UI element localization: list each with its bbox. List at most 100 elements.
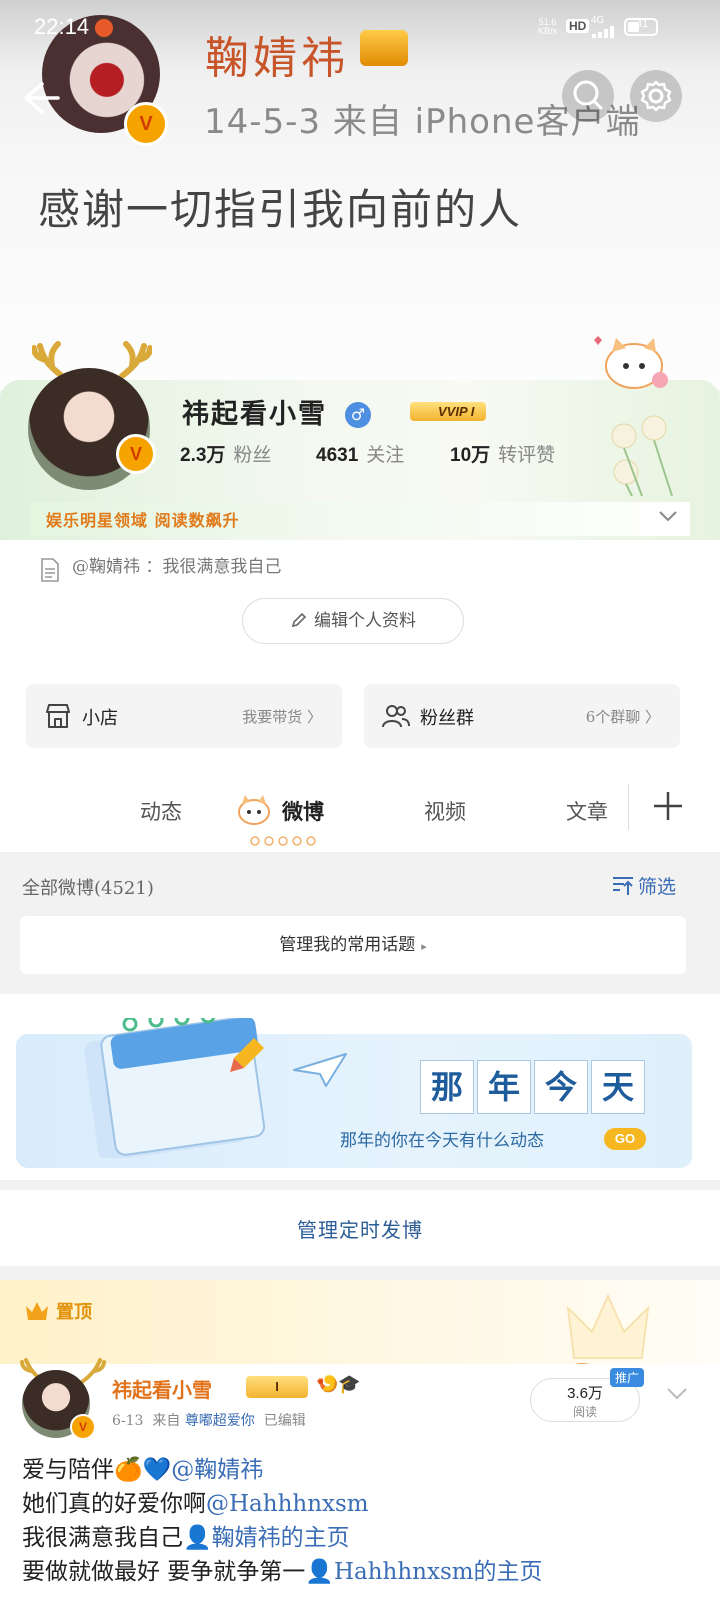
triangle-right-icon: ▸	[421, 940, 427, 953]
manage-scheduled-posts-button[interactable]: 管理定时发博	[0, 1214, 720, 1243]
stat-label: 粉丝	[233, 444, 272, 466]
post-text: 要做就做最好 要争就争第一	[22, 1559, 306, 1585]
speed-unit: KB/s	[538, 26, 558, 36]
tab-video[interactable]: 视频	[424, 796, 466, 826]
stat-label: 关注	[366, 444, 405, 466]
shop-action: 我要带货 〉	[242, 708, 322, 726]
filter-icon	[613, 877, 633, 895]
cat-decoration-icon	[594, 336, 668, 389]
gear-icon	[640, 80, 672, 112]
male-gender-icon: ♂	[345, 402, 371, 428]
memory-char: 那	[420, 1060, 474, 1114]
clock: 22:14	[34, 14, 90, 39]
bio-text: @鞠婧祎 ：我很满意我自己	[72, 557, 282, 577]
post-line: 我很满意我自己👤鞠婧祎的主页	[22, 1518, 350, 1552]
signal-icon	[592, 26, 614, 38]
fans-group-label: 粉丝群	[420, 708, 474, 729]
network-speed: 51.6 KB/s	[538, 18, 557, 36]
filter-button[interactable]: 筛选	[612, 872, 676, 899]
cover-text: 感谢一切指引我向前的人	[38, 185, 523, 234]
post-line: 要做就做最好 要争就争第一👤Hahhhnxsm的主页	[22, 1552, 543, 1586]
post-author[interactable]: 祎起看小雪	[112, 1374, 212, 1403]
verified-badge-icon: V	[70, 1414, 96, 1440]
battery-percent: 41	[636, 18, 649, 30]
network-type: 4G	[591, 15, 605, 26]
search-button[interactable]	[562, 70, 614, 122]
edit-profile-button[interactable]: 编辑个人资料	[242, 598, 464, 644]
tab-articles[interactable]: 文章	[566, 796, 608, 826]
stat-value: 2.3万	[180, 445, 226, 466]
calendar-icon	[84, 1018, 266, 1158]
verified-badge-icon: V	[116, 434, 156, 474]
edit-profile-label: 编辑个人资料	[314, 611, 416, 631]
profile-link[interactable]: 👤Hahhhnxsm的主页	[305, 1559, 542, 1585]
post-line: 爱与陪伴🍊💙@鞠婧祎	[22, 1450, 263, 1484]
notification-icon	[95, 19, 113, 37]
group-icon	[382, 705, 410, 728]
pencil-icon	[291, 612, 307, 628]
plus-icon[interactable]	[650, 788, 686, 824]
memory-char: 年	[477, 1060, 531, 1114]
crown-icon	[26, 1302, 48, 1320]
filter-label: 筛选	[638, 876, 677, 898]
read-count-label: 阅读	[572, 1405, 597, 1419]
flower-decoration-icon	[611, 415, 673, 497]
settings-button[interactable]	[630, 70, 682, 122]
post-line: 她们真的好爱你啊@Hahhhnxsm	[22, 1484, 369, 1518]
tab-dynamics[interactable]: 动态	[140, 796, 182, 826]
stat-followers[interactable]: 2.3万 粉丝	[180, 440, 271, 467]
back-arrow-icon[interactable]	[20, 78, 60, 118]
antler-right-icon	[119, 341, 152, 378]
stat-value: 4631	[316, 445, 359, 466]
vvip-badge[interactable]: VVIP I	[410, 402, 487, 421]
manage-topics-button[interactable]: 管理我的常用话题 ▸	[20, 916, 686, 974]
post-meta: 6-13 来自 尊嘟超爱你 已编辑	[112, 1410, 306, 1430]
store-icon	[46, 704, 70, 728]
fans-group-button[interactable]: 粉丝群 6个群聊 〉	[364, 684, 680, 748]
profile-link[interactable]: 👤鞠婧祎的主页	[183, 1525, 350, 1551]
go-button[interactable]: GO	[604, 1128, 646, 1150]
status-bar: 22:14 51.6 KB/s HD 4G 41	[0, 0, 720, 56]
stat-following[interactable]: 4631 关注	[316, 440, 404, 467]
memory-char: 今	[534, 1060, 588, 1114]
pinned-post: 置顶 V 祎起看小雪 I 🍤🎓 6-13 来自 尊嘟超爱你 已编辑 3.6万 阅读…	[0, 1280, 720, 1600]
member-badge[interactable]: I	[246, 1376, 308, 1398]
all-posts-count[interactable]: 全部微博(4521)	[22, 874, 154, 900]
cat-tab-icon	[238, 795, 270, 825]
post-source[interactable]: 尊嘟超爱你	[185, 1413, 255, 1429]
username: 祎起看小雪	[182, 399, 327, 430]
profile-card: V 祎起看小雪 ♂ VVIP I 2.3万 粉丝 4631 关注 10万 转评赞 娱乐…	[0, 336, 720, 762]
paper-plane-icon	[293, 1053, 347, 1087]
stat-label: 转评赞	[498, 444, 556, 466]
manage-topics-label: 管理我的常用话题	[279, 935, 416, 955]
shop-button[interactable]: 小店 我要带货 〉	[26, 684, 342, 748]
chevron-down-icon[interactable]	[664, 1380, 690, 1406]
tab-weibo[interactable]: 微博	[282, 796, 324, 826]
stat-interactions[interactable]: 10万 转评赞	[450, 440, 555, 467]
post-from: 来自	[152, 1413, 181, 1429]
post-text: 她们真的好爱你啊	[22, 1491, 206, 1517]
pinned-label: 置顶	[56, 1302, 92, 1323]
document-icon	[41, 558, 59, 582]
search-icon	[573, 80, 603, 110]
stat-value: 10万	[450, 445, 491, 466]
post-edited: 已编辑	[263, 1413, 306, 1429]
mention-link[interactable]: @Hahhhnxsm	[206, 1491, 369, 1517]
mention-link[interactable]: @鞠婧祎	[171, 1457, 263, 1483]
crown-decoration-icon	[566, 1293, 650, 1364]
hd-icon: HD	[566, 19, 590, 33]
fans-group-action: 6个群聊 〉	[585, 708, 660, 726]
content-tabs: 动态 微博 视频 文章	[0, 762, 720, 852]
post-date: 6-13	[112, 1413, 144, 1429]
chevron-down-icon[interactable]	[656, 504, 680, 528]
promote-tag[interactable]: 推广	[610, 1368, 645, 1387]
tab-active-indicator	[250, 836, 316, 846]
domain-tag: 娱乐明星领域 阅读数飙升	[46, 511, 240, 530]
verified-badge-icon: V	[124, 102, 168, 146]
post-text: 爱与陪伴🍊💙	[22, 1457, 172, 1483]
memory-char: 天	[591, 1060, 645, 1114]
post-text: 我很满意我自己	[22, 1525, 183, 1551]
memory-subtitle: 那年的你在今天有什么动态	[340, 1131, 544, 1151]
shrimp-graduation-icons: 🍤🎓	[316, 1374, 361, 1395]
shop-label: 小店	[82, 708, 118, 729]
